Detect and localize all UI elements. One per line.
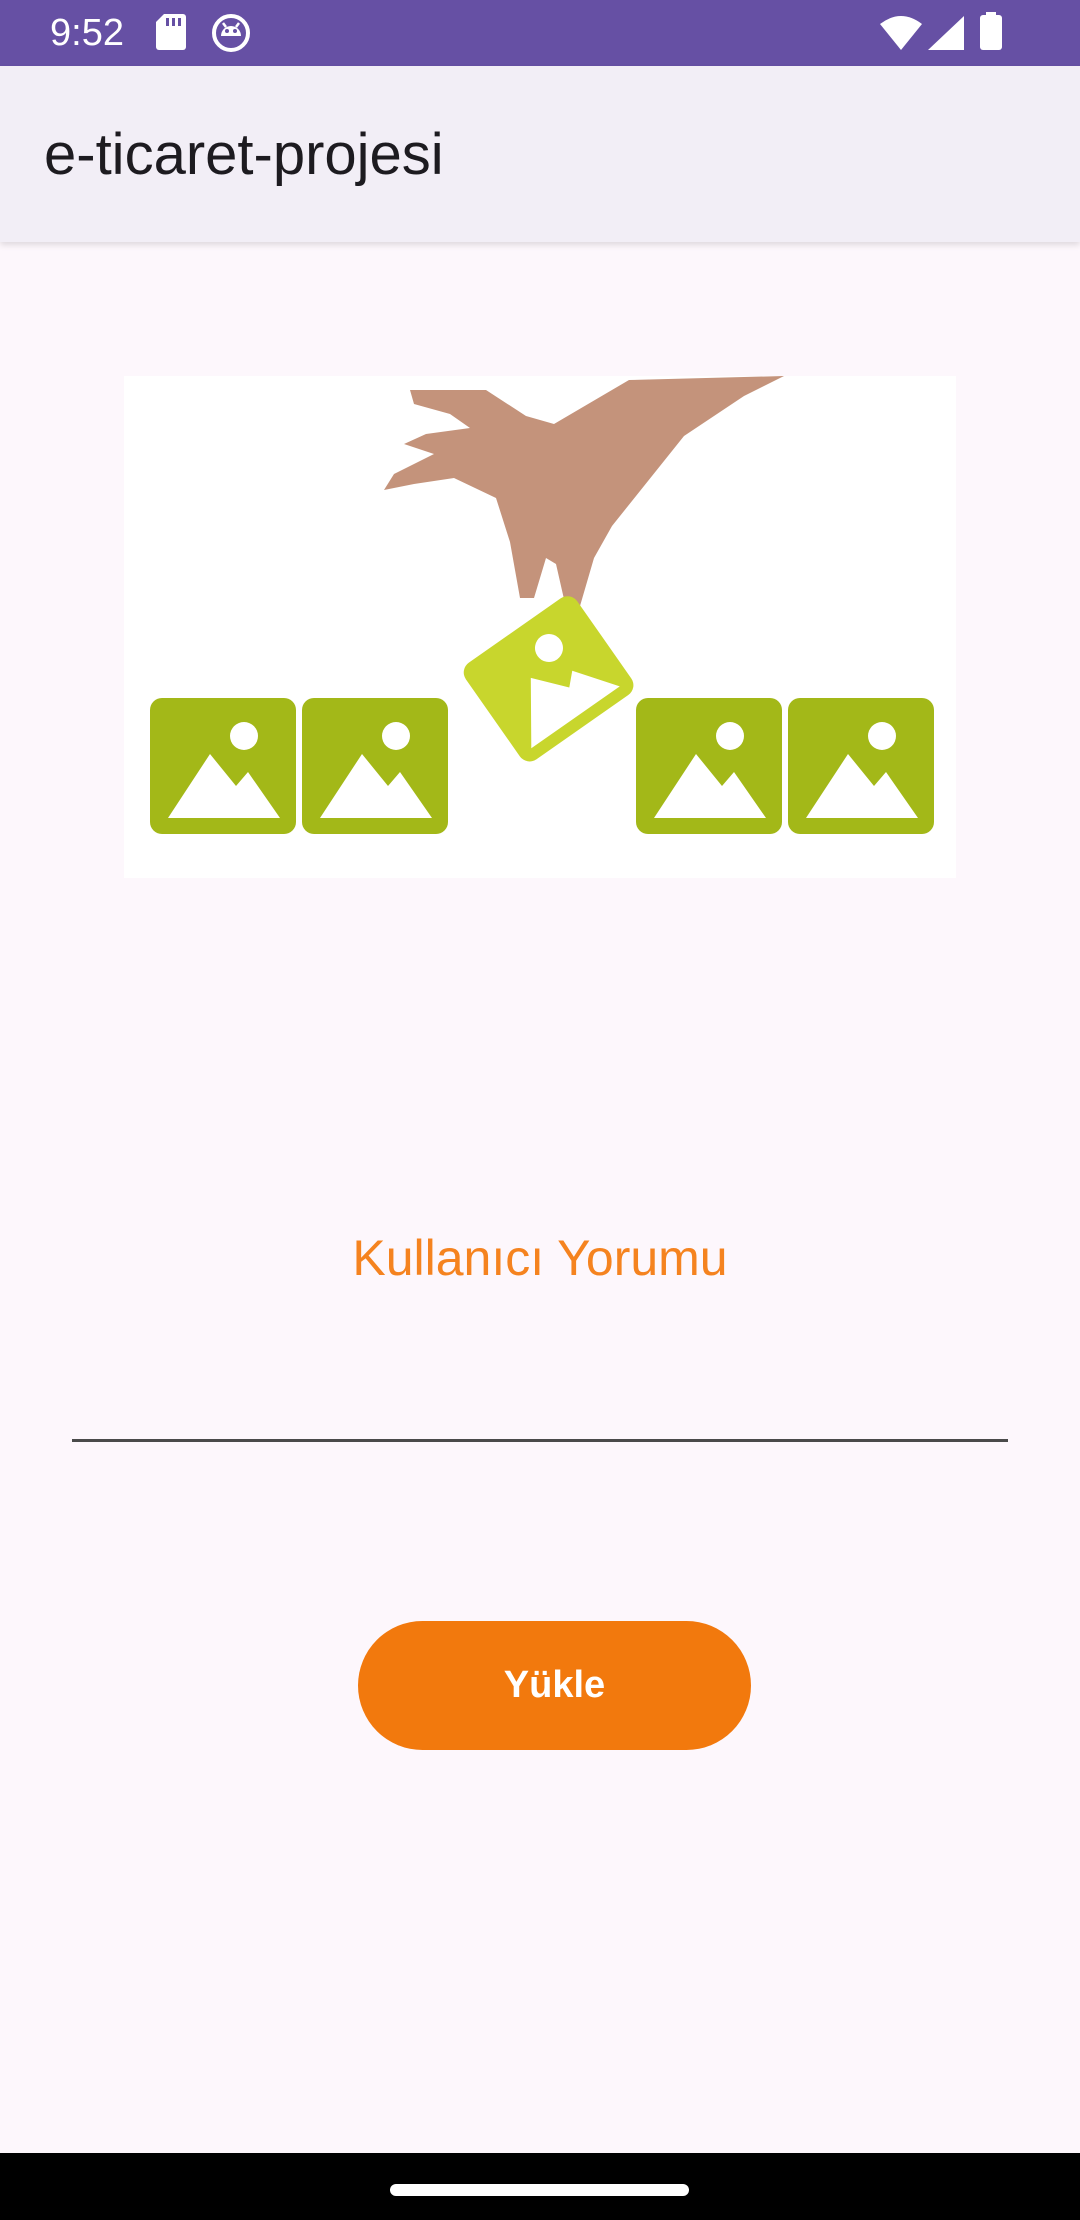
comment-input[interactable] (72, 1350, 1008, 1442)
navigation-bar (0, 2153, 1080, 2220)
screen: 9:52 e-ticaret-projesi Kullanıcı Yorumu … (0, 0, 1080, 2220)
status-bar: 9:52 (0, 0, 1080, 66)
upload-button[interactable]: Yükle (358, 1621, 751, 1750)
app-title: e-ticaret-projesi (44, 122, 444, 187)
comment-label: Kullanıcı Yorumu (352, 1230, 728, 1286)
home-gesture-handle[interactable] (390, 2184, 689, 2196)
image-upload-illustration[interactable] (124, 376, 956, 878)
app-bar: e-ticaret-projesi (0, 66, 1080, 242)
image-gallery-icon (150, 376, 934, 834)
sd-card-icon (156, 14, 186, 55)
cell-signal-icon (928, 16, 964, 55)
android-debug-icon (212, 14, 250, 57)
wifi-icon (880, 16, 922, 55)
status-time: 9:52 (50, 12, 124, 54)
battery-icon (980, 12, 1002, 55)
